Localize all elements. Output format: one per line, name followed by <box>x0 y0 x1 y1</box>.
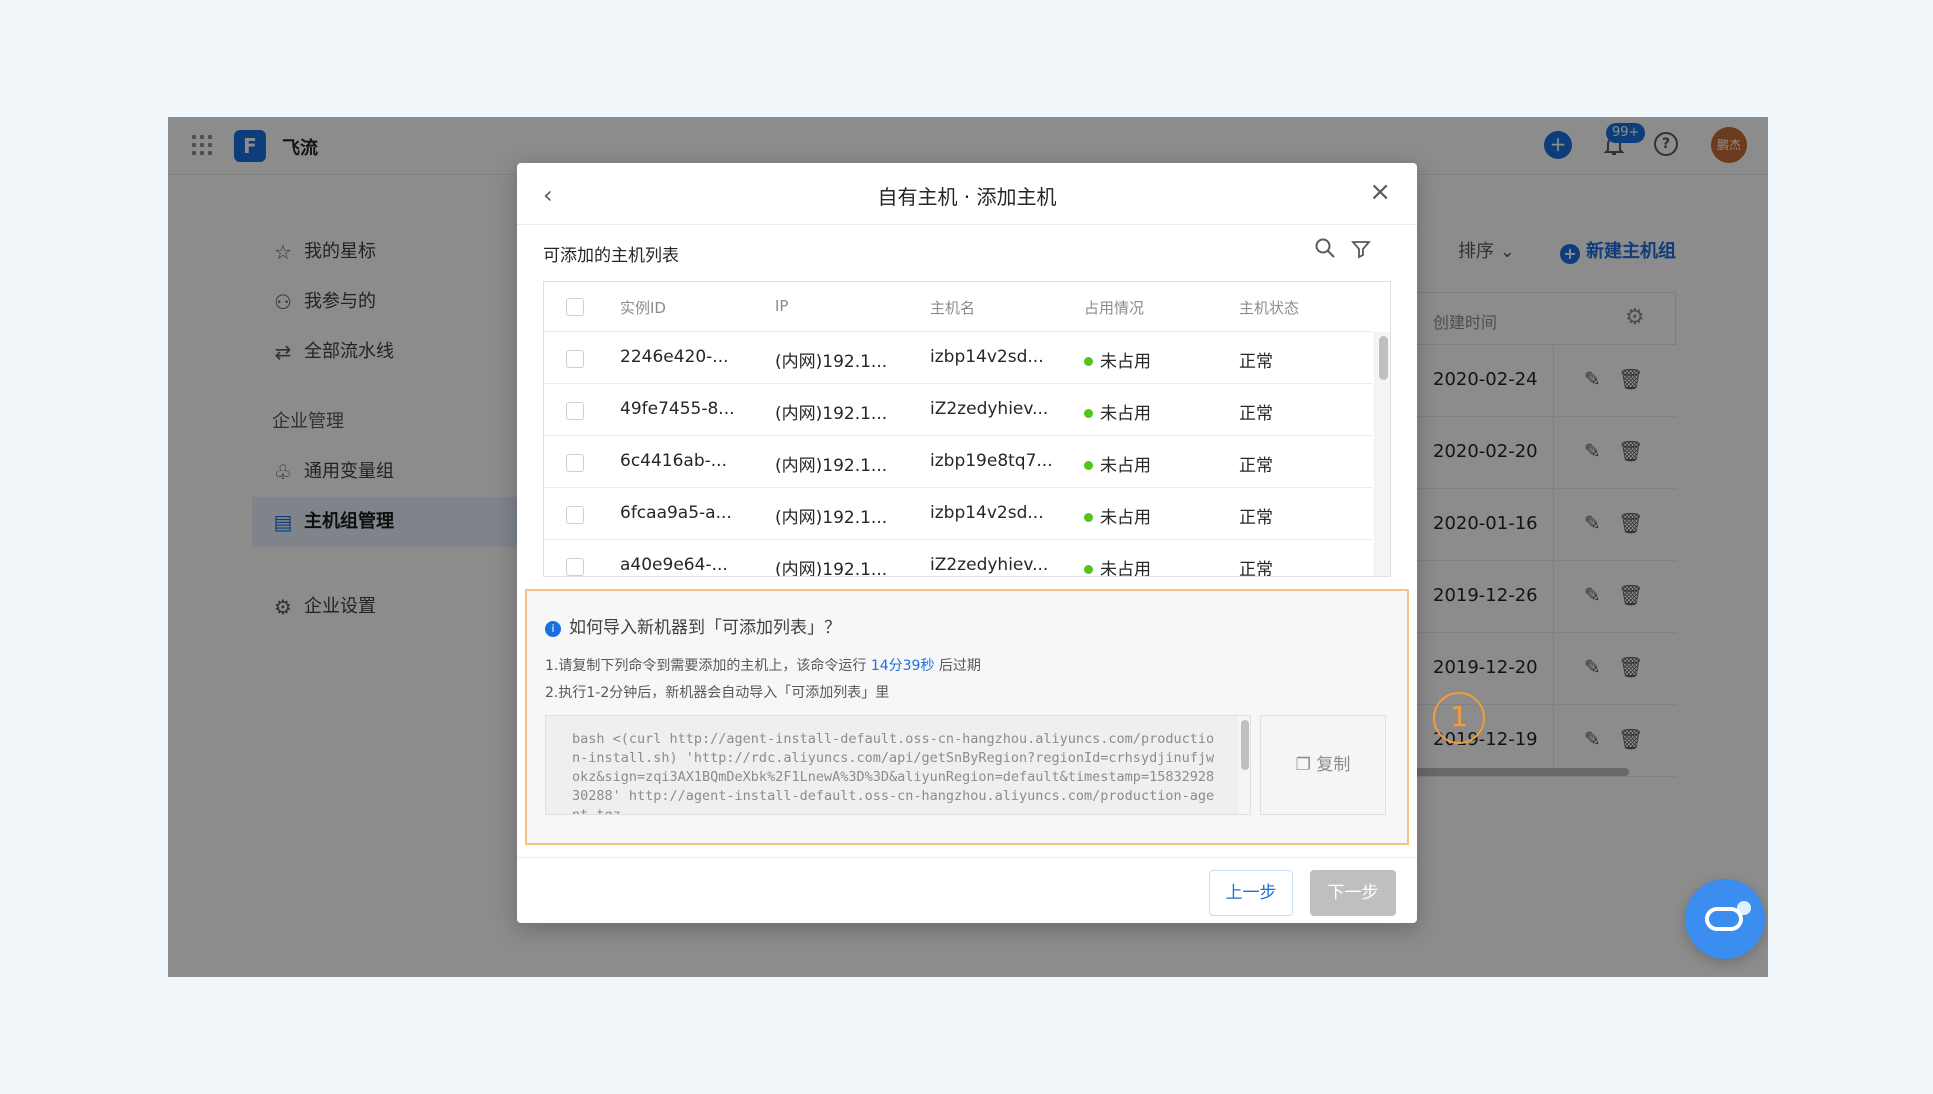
row-checkbox[interactable] <box>566 402 584 420</box>
usage: 未占用 <box>1084 399 1151 424</box>
usage: 未占用 <box>1084 555 1151 577</box>
table-row[interactable]: 6c4416ab-... (内网)192.1... izbp19e8tq7...… <box>544 436 1372 488</box>
tips-step-2: 2.执行1-2分钟后，新机器会自动导入「可添加列表」里 <box>545 685 890 701</box>
column-hostname: 主机名 <box>930 299 976 317</box>
scrollbar-thumb[interactable] <box>1241 720 1249 770</box>
column-status: 主机状态 <box>1239 299 1300 317</box>
hostname: iZ2zedyhiev... <box>930 399 1049 419</box>
table-row[interactable]: 6fcaa9a5-a... (内网)192.1... izbp14v2sd...… <box>544 488 1372 540</box>
select-all-checkbox[interactable] <box>566 298 584 316</box>
usage-text: 未占用 <box>1100 456 1151 476</box>
hostname: izbp14v2sd... <box>930 347 1044 367</box>
column-usage: 占用情况 <box>1084 299 1145 317</box>
tips-step-1: 1.请复制下列命令到需要添加的主机上，该命令运行 14分39秒 后过期 <box>545 655 981 675</box>
import-tips-panel: i 如何导入新机器到「可添加列表」？ 1.请复制下列命令到需要添加的主机上，该命令… <box>525 589 1409 845</box>
host-status: 正常 <box>1239 508 1273 528</box>
close-icon[interactable]: × <box>1369 177 1391 207</box>
vertical-scrollbar[interactable] <box>1374 332 1390 576</box>
usage-text: 未占用 <box>1100 560 1151 577</box>
copy-icon: ❐ <box>1295 755 1311 775</box>
install-command-text[interactable]: bash <(curl http://agent-install-default… <box>572 730 1222 814</box>
usage: 未占用 <box>1084 347 1151 372</box>
instance-id: 2246e420-... <box>620 347 729 367</box>
host-list-table: 实例ID IP 主机名 占用情况 主机状态 2246e420-... (内网)1… <box>543 281 1391 577</box>
add-host-modal: ‹ 自有主机 · 添加主机 × 可添加的主机列表 实例ID IP 主机名 占用情… <box>517 163 1417 923</box>
search-icon[interactable] <box>1314 237 1336 259</box>
ip: (内网)192.1... <box>775 352 888 372</box>
step-annotation: 1 <box>1433 692 1485 744</box>
row-checkbox[interactable] <box>566 558 584 576</box>
usage-text: 未占用 <box>1100 508 1151 528</box>
status-dot-icon <box>1084 565 1093 574</box>
table-row[interactable]: a40e9e64-... (内网)192.1... iZ2zedyhiev...… <box>544 540 1372 577</box>
instance-id: 6fcaa9a5-a... <box>620 503 732 523</box>
modal-header: ‹ 自有主机 · 添加主机 × <box>517 163 1417 225</box>
table-header: 实例ID IP 主机名 占用情况 主机状态 <box>544 282 1372 332</box>
ip: (内网)192.1... <box>775 456 888 476</box>
host-status: 正常 <box>1239 352 1273 372</box>
usage-text: 未占用 <box>1100 352 1151 372</box>
scrollbar-thumb[interactable] <box>1379 336 1388 380</box>
info-icon: i <box>545 621 561 637</box>
ip: (内网)192.1... <box>775 508 888 528</box>
previous-step-button[interactable]: 上一步 <box>1209 870 1293 916</box>
tips-title-text: 如何导入新机器到「可添加列表」？ <box>569 618 841 638</box>
status-dot-icon <box>1084 513 1093 522</box>
host-status: 正常 <box>1239 560 1273 577</box>
next-step-button[interactable]: 下一步 <box>1310 870 1396 916</box>
command-scrollbar[interactable] <box>1238 716 1250 814</box>
tips-step-1-prefix: 1.请复制下列命令到需要添加的主机上，该命令运行 <box>545 658 867 674</box>
countdown-text: 14分39秒 <box>870 658 935 674</box>
row-checkbox[interactable] <box>566 454 584 472</box>
host-status: 正常 <box>1239 404 1273 424</box>
host-list-title: 可添加的主机列表 <box>543 246 679 266</box>
chat-support-button[interactable] <box>1685 879 1765 959</box>
table-row[interactable]: 2246e420-... (内网)192.1... izbp14v2sd... … <box>544 332 1372 384</box>
modal-title: 自有主机 · 添加主机 <box>877 185 1057 209</box>
instance-id: 6c4416ab-... <box>620 451 727 471</box>
copy-button[interactable]: ❐ 复制 <box>1260 715 1386 815</box>
instance-id: a40e9e64-... <box>620 555 728 575</box>
install-command-box[interactable]: bash <(curl http://agent-install-default… <box>545 715 1251 815</box>
host-status: 正常 <box>1239 456 1273 476</box>
hostname: izbp19e8tq7... <box>930 451 1053 471</box>
filter-icon[interactable] <box>1351 239 1371 259</box>
row-checkbox[interactable] <box>566 350 584 368</box>
column-instance-id: 实例ID <box>620 299 666 317</box>
tips-title: i 如何导入新机器到「可添加列表」？ <box>545 613 841 638</box>
status-dot-icon <box>1084 357 1093 366</box>
row-checkbox[interactable] <box>566 506 584 524</box>
status-dot-icon <box>1084 409 1093 418</box>
ip: (内网)192.1... <box>775 560 888 577</box>
chat-dot-icon <box>1737 901 1751 915</box>
table-row[interactable]: 49fe7455-8... (内网)192.1... iZ2zedyhiev..… <box>544 384 1372 436</box>
modal-footer: 上一步 下一步 <box>517 857 1417 923</box>
copy-label: 复制 <box>1316 755 1351 775</box>
app-window: F 飞流 + 99+ ? 鹏杰 ☆ 我的星标 ⚇ 我参与的 ⇄ 全部流水线 企业管理 … <box>168 117 1768 977</box>
tips-step-1-suffix: 后过期 <box>938 658 981 674</box>
instance-id: 49fe7455-8... <box>620 399 735 419</box>
column-ip: IP <box>775 297 789 315</box>
usage: 未占用 <box>1084 451 1151 476</box>
hostname: iZ2zedyhiev... <box>930 555 1049 575</box>
ip: (内网)192.1... <box>775 404 888 424</box>
usage-text: 未占用 <box>1100 404 1151 424</box>
hostname: izbp14v2sd... <box>930 503 1044 523</box>
status-dot-icon <box>1084 461 1093 470</box>
usage: 未占用 <box>1084 503 1151 528</box>
